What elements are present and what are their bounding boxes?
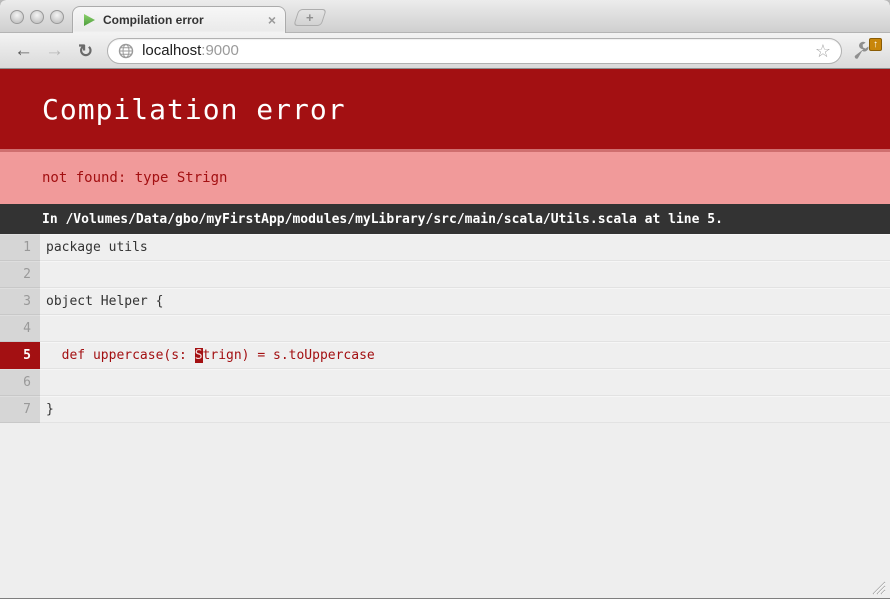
error-location-bar: In /Volumes/Data/gbo/myFirstApp/modules/… [0,204,890,234]
line-number: 7 [0,396,40,423]
code-segment: package utils [46,240,148,255]
tab-close-icon[interactable]: × [268,13,276,27]
code-line-text [40,369,890,396]
code-line-text: } [40,396,890,423]
error-message-banner: not found: type Strign [0,149,890,204]
bookmark-star-icon[interactable]: ☆ [815,42,831,60]
code-segment: } [46,402,54,417]
update-badge: ↑ [869,38,882,51]
new-tab-button[interactable]: + [293,9,327,26]
code-line-row: 2 [0,261,890,288]
code-line-text: def uppercase(s: Strign) = s.toUppercase [40,342,890,369]
code-segment: trign) = s.toUppercase [203,348,375,363]
traffic-lights [10,10,64,24]
code-line-row: 5 def uppercase(s: Strign) = s.toUpperca… [0,342,890,369]
error-header: Compilation error [0,69,890,149]
code-line-text [40,261,890,288]
code-segment: object Helper { [46,294,163,309]
page-background [0,423,890,598]
line-number: 6 [0,369,40,396]
browser-tab[interactable]: Compilation error × [72,6,286,33]
code-line-row: 1 package utils [0,234,890,261]
resize-grip-icon[interactable] [872,581,886,595]
code-line-row: 6 [0,369,890,396]
code-line-row: 4 [0,315,890,342]
window-close-button[interactable] [10,10,24,24]
line-number: 3 [0,288,40,315]
url-port: :9000 [201,42,239,59]
address-bar[interactable]: localhost :9000 ☆ [107,38,842,64]
plus-icon: + [306,11,314,24]
globe-icon [118,43,134,59]
error-location: In /Volumes/Data/gbo/myFirstApp/modules/… [42,212,723,227]
tab-title: Compilation error [103,13,268,27]
code-listing: 1 package utils 23 object Helper { 45 def up… [0,234,890,423]
play-framework-icon [82,13,96,27]
line-number: 1 [0,234,40,261]
line-number: 5 [0,342,40,369]
error-page: Compilation error not found: type Strign… [0,69,890,598]
window-minimize-button[interactable] [30,10,44,24]
code-segment: def uppercase(s: [46,348,195,363]
line-number: 4 [0,315,40,342]
browser-toolbar: ← → ↻ localhost :9000 ☆ ↑ [0,33,890,69]
error-marker: S [195,348,203,363]
code-line-text: object Helper { [40,288,890,315]
browser-window: Compilation error × + ← → ↻ localhost :9… [0,0,890,599]
error-message: not found: type Strign [42,170,227,186]
tab-strip: Compilation error × + [0,0,890,33]
code-line-row: 3 object Helper { [0,288,890,315]
reload-button[interactable]: ↻ [72,42,99,60]
code-line-row: 7} [0,396,890,423]
code-line-text: package utils [40,234,890,261]
back-button[interactable]: ← [8,41,39,60]
window-zoom-button[interactable] [50,10,64,24]
wrench-menu-button[interactable]: ↑ [852,38,882,64]
forward-button[interactable]: → [39,41,70,60]
url-host: localhost [142,42,201,59]
code-line-text [40,315,890,342]
page-title: Compilation error [42,93,346,126]
line-number: 2 [0,261,40,288]
